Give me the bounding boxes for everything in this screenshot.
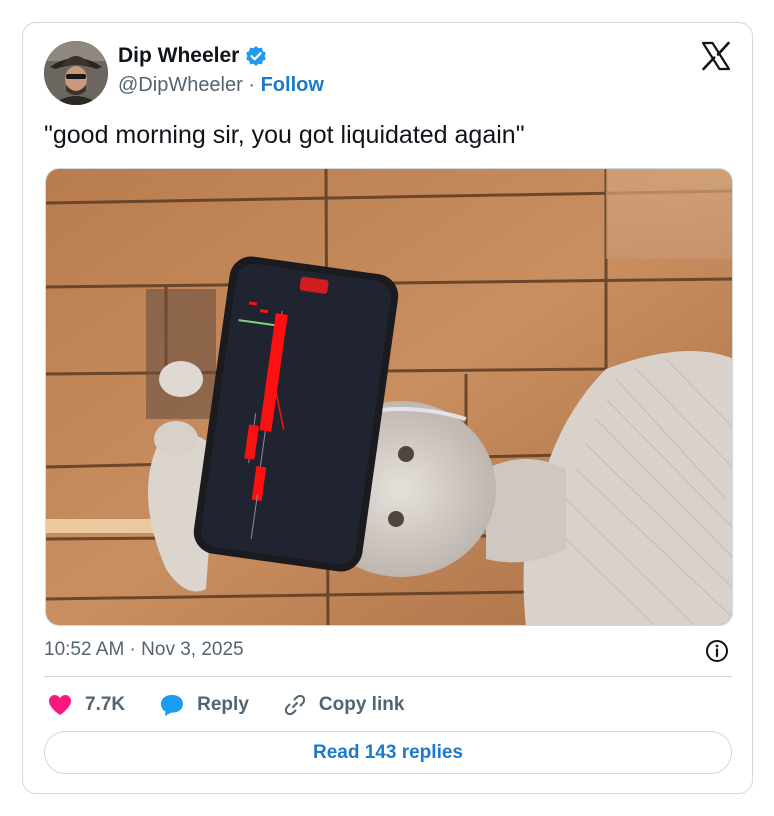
handle-separator: · xyxy=(242,74,261,96)
divider xyxy=(44,676,732,677)
like-count: 7.7K xyxy=(85,694,126,715)
media-illustration xyxy=(46,169,732,625)
tweet-text: "good morning sir, you got liquidated ag… xyxy=(44,121,525,149)
follow-button[interactable]: Follow xyxy=(261,74,324,96)
x-logo-icon[interactable] xyxy=(700,40,732,72)
info-icon[interactable] xyxy=(705,639,729,663)
read-replies-button[interactable]: Read 143 replies xyxy=(44,731,732,774)
reply-label: Reply xyxy=(197,694,249,715)
heart-icon xyxy=(49,695,71,715)
reply-bubble-icon xyxy=(161,695,184,716)
handle[interactable]: @DipWheeler xyxy=(118,74,243,96)
tweet-timestamp[interactable]: 10:52 AM · Nov 3, 2025 xyxy=(44,639,244,661)
avatar-image xyxy=(44,41,108,105)
reply-button[interactable]: Reply xyxy=(159,693,249,717)
verified-badge-icon xyxy=(245,45,267,67)
tweet-actions: 7.7K Reply Copy link xyxy=(47,690,438,720)
author-name-row: Dip Wheeler xyxy=(118,44,267,68)
handle-row: @DipWheeler · Follow xyxy=(118,74,324,97)
display-name[interactable]: Dip Wheeler xyxy=(118,44,239,68)
like-button[interactable]: 7.7K xyxy=(47,693,125,717)
copy-link-label: Copy link xyxy=(318,694,405,715)
link-icon xyxy=(284,694,305,716)
copy-link-button[interactable]: Copy link xyxy=(283,693,405,717)
avatar[interactable] xyxy=(44,41,108,105)
tweet-media-image[interactable] xyxy=(45,168,733,626)
